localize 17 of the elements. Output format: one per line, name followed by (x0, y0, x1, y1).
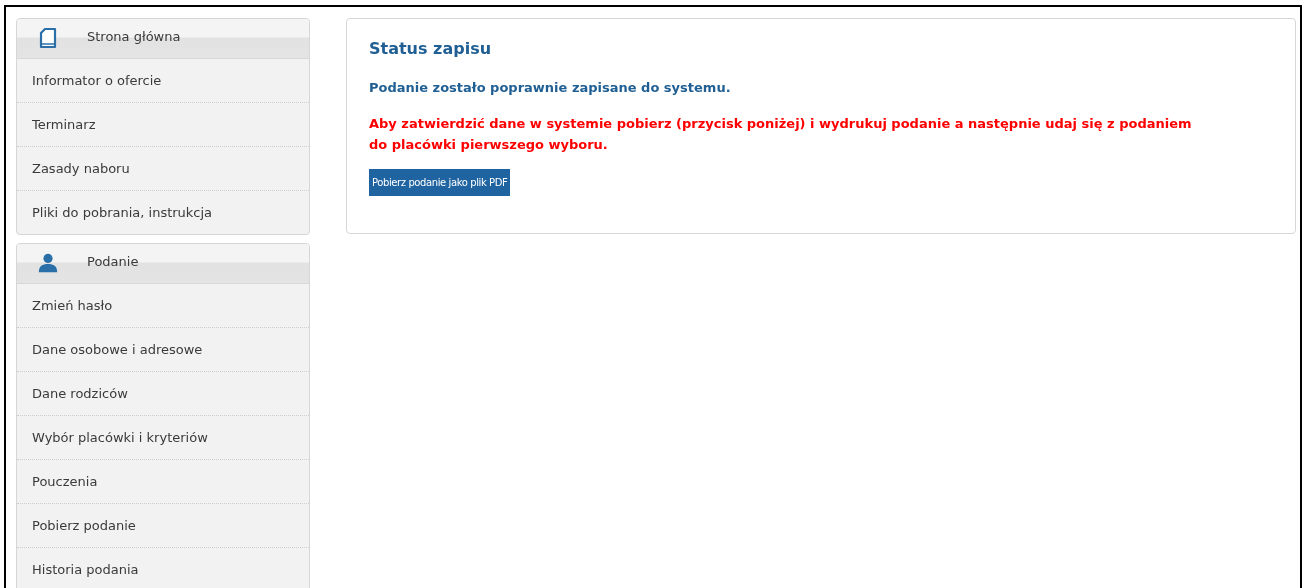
menu-item[interactable]: Zmień hasło (17, 284, 309, 327)
menu-item[interactable]: Pliki do pobrania, instrukcja (17, 190, 309, 234)
menu-item[interactable]: Historia podania (17, 547, 309, 588)
menu-header-title: Podanie (87, 254, 139, 269)
menu-item[interactable]: Dane rodziców (17, 371, 309, 415)
menu-item[interactable]: Zasady naboru (17, 146, 309, 190)
menu-item[interactable]: Pouczenia (17, 459, 309, 503)
warning-message: Aby zatwierdzić dane w systemie pobierz (przycisk poniżej) i wydrukuj podanie a następnie udaj się z podaniem do placówki pierwszego wyboru. (369, 115, 1193, 154)
status-title: Status zapisu (369, 39, 493, 58)
menu-item[interactable]: Pobierz podanie (17, 503, 309, 547)
menu-item[interactable]: Wybór placówki i kryteriów (17, 415, 309, 459)
menu-header-title: Strona główna (87, 29, 181, 44)
menu-item[interactable]: Terminarz (17, 102, 309, 146)
success-message: Podanie zostało poprawnie zapisane do systemu. (369, 80, 732, 95)
menu-item[interactable]: Informator o ofercie (17, 59, 309, 102)
download-pdf-button[interactable]: Pobierz podanie jako plik PDF (369, 169, 511, 196)
menu-item[interactable]: Dane osobowe i adresowe (17, 327, 309, 371)
